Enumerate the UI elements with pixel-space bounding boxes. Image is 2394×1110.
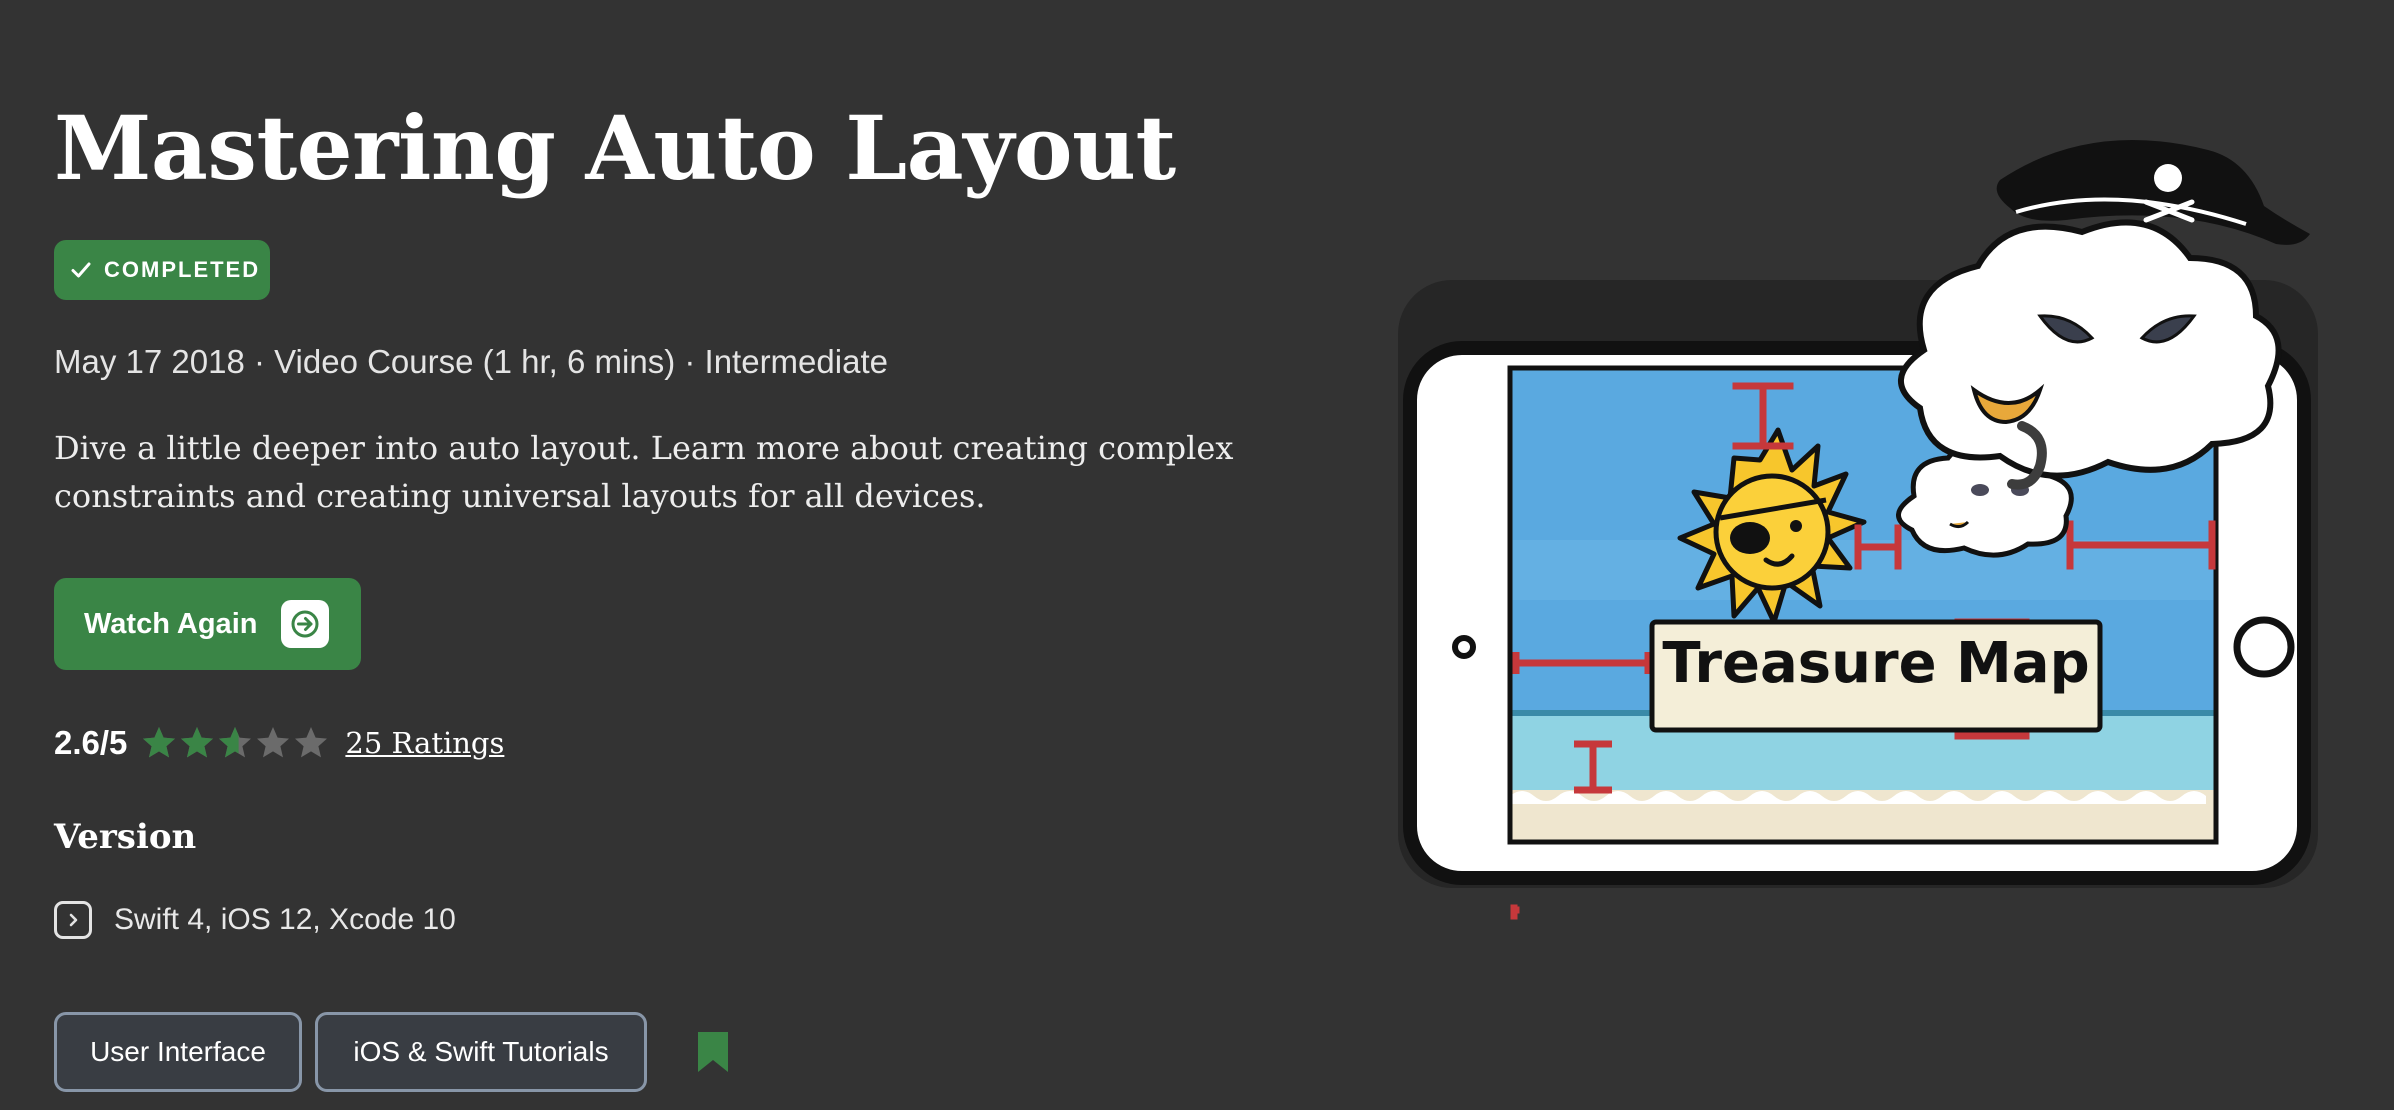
bookmark-icon[interactable] xyxy=(698,1032,728,1072)
page-title: Mastering Auto Layout xyxy=(54,96,1176,200)
version-row[interactable]: Swift 4, iOS 12, Xcode 10 xyxy=(54,896,456,944)
surf-foam xyxy=(1510,791,2206,804)
tag-list: User Interface iOS & Swift Tutorials xyxy=(54,1012,728,1092)
skull-icon xyxy=(2154,164,2182,192)
watch-again-label: Watch Again xyxy=(84,607,258,640)
chevron-right-icon[interactable] xyxy=(54,901,92,939)
star-icon xyxy=(219,727,252,758)
watch-again-button[interactable]: Watch Again xyxy=(54,578,361,670)
tablet-home-button xyxy=(2233,616,2295,678)
arrow-right-icon xyxy=(281,600,330,648)
star-icon xyxy=(181,727,214,758)
ratings-count-link[interactable]: 25 Ratings xyxy=(345,726,504,760)
course-meta: May 17 2018 · Video Course (1 hr, 6 mins… xyxy=(54,343,888,380)
version-text: Swift 4, iOS 12, Xcode 10 xyxy=(114,903,456,936)
checkmark-icon xyxy=(71,262,91,278)
completed-badge: COMPLETED xyxy=(54,240,270,300)
version-heading: Version xyxy=(54,817,197,857)
tag-ios-swift-tutorials[interactable]: iOS & Swift Tutorials xyxy=(315,1012,647,1092)
big-pirate-cloud xyxy=(1898,140,2310,490)
rating-score: 2.6/5 xyxy=(54,724,128,761)
rating-row: 2.6/5 25 Ratings xyxy=(54,718,504,768)
tag-user-interface[interactable]: User Interface xyxy=(54,1012,302,1092)
course-description: Dive a little deeper into auto layout. L… xyxy=(54,429,1234,515)
rating-stars xyxy=(141,725,331,761)
star-icon xyxy=(257,727,290,758)
course-artwork: Treasure Map xyxy=(1398,140,2318,920)
treasure-map-sign: Treasure Map xyxy=(1649,619,2103,733)
star-icon xyxy=(295,727,328,758)
sign-text: Treasure Map xyxy=(1662,631,2089,696)
completed-badge-label: COMPLETED xyxy=(104,257,261,282)
star-icon xyxy=(143,727,176,758)
